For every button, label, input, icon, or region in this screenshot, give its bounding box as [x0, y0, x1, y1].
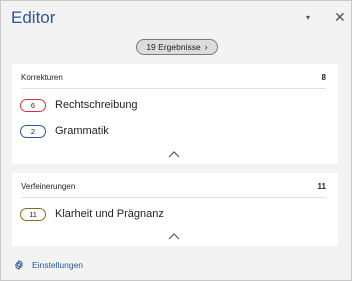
spelling-label: Rechtschreibung: [55, 99, 138, 111]
corrections-divider: [21, 88, 326, 89]
editor-pane: Editor ▾ ✕ 19 Ergebnisse › Korrekturen 8 …: [0, 0, 352, 281]
settings-link[interactable]: Einstellungen: [13, 259, 83, 271]
corrections-count: 8: [321, 73, 326, 82]
clarity-item[interactable]: 11 Klarheit und Prägnanz: [20, 207, 164, 221]
results-button-label: 19 Ergebnisse: [146, 42, 201, 52]
clarity-label: Klarheit und Prägnanz: [55, 208, 164, 220]
pane-title: Editor: [11, 8, 56, 27]
corrections-card: Korrekturen 8 6 Rechtschreibung 2 Gramma…: [12, 64, 338, 164]
refinements-count: 11: [317, 182, 326, 191]
collapse-refinements-icon[interactable]: [167, 231, 181, 241]
refinements-card: Verfeinerungen 11 11 Klarheit und Prägna…: [12, 173, 338, 246]
corrections-heading: Korrekturen: [21, 73, 63, 82]
grammar-count-badge: 2: [20, 124, 46, 138]
refinements-divider: [21, 197, 326, 198]
spelling-count-badge: 6: [20, 98, 46, 112]
close-pane-icon[interactable]: ✕: [334, 9, 346, 26]
gear-icon: [15, 259, 23, 271]
clarity-count-badge: 11: [20, 207, 46, 221]
pane-options-dropdown-icon[interactable]: ▾: [306, 13, 310, 22]
refinements-heading: Verfeinerungen: [21, 182, 76, 191]
grammar-label: Grammatik: [55, 125, 109, 137]
settings-label: Einstellungen: [32, 260, 84, 270]
results-button[interactable]: 19 Ergebnisse ›: [136, 39, 218, 55]
spelling-item[interactable]: 6 Rechtschreibung: [20, 98, 138, 112]
grammar-item[interactable]: 2 Grammatik: [20, 124, 109, 138]
chevron-right-icon: ›: [204, 42, 208, 52]
collapse-corrections-icon[interactable]: [167, 149, 181, 159]
